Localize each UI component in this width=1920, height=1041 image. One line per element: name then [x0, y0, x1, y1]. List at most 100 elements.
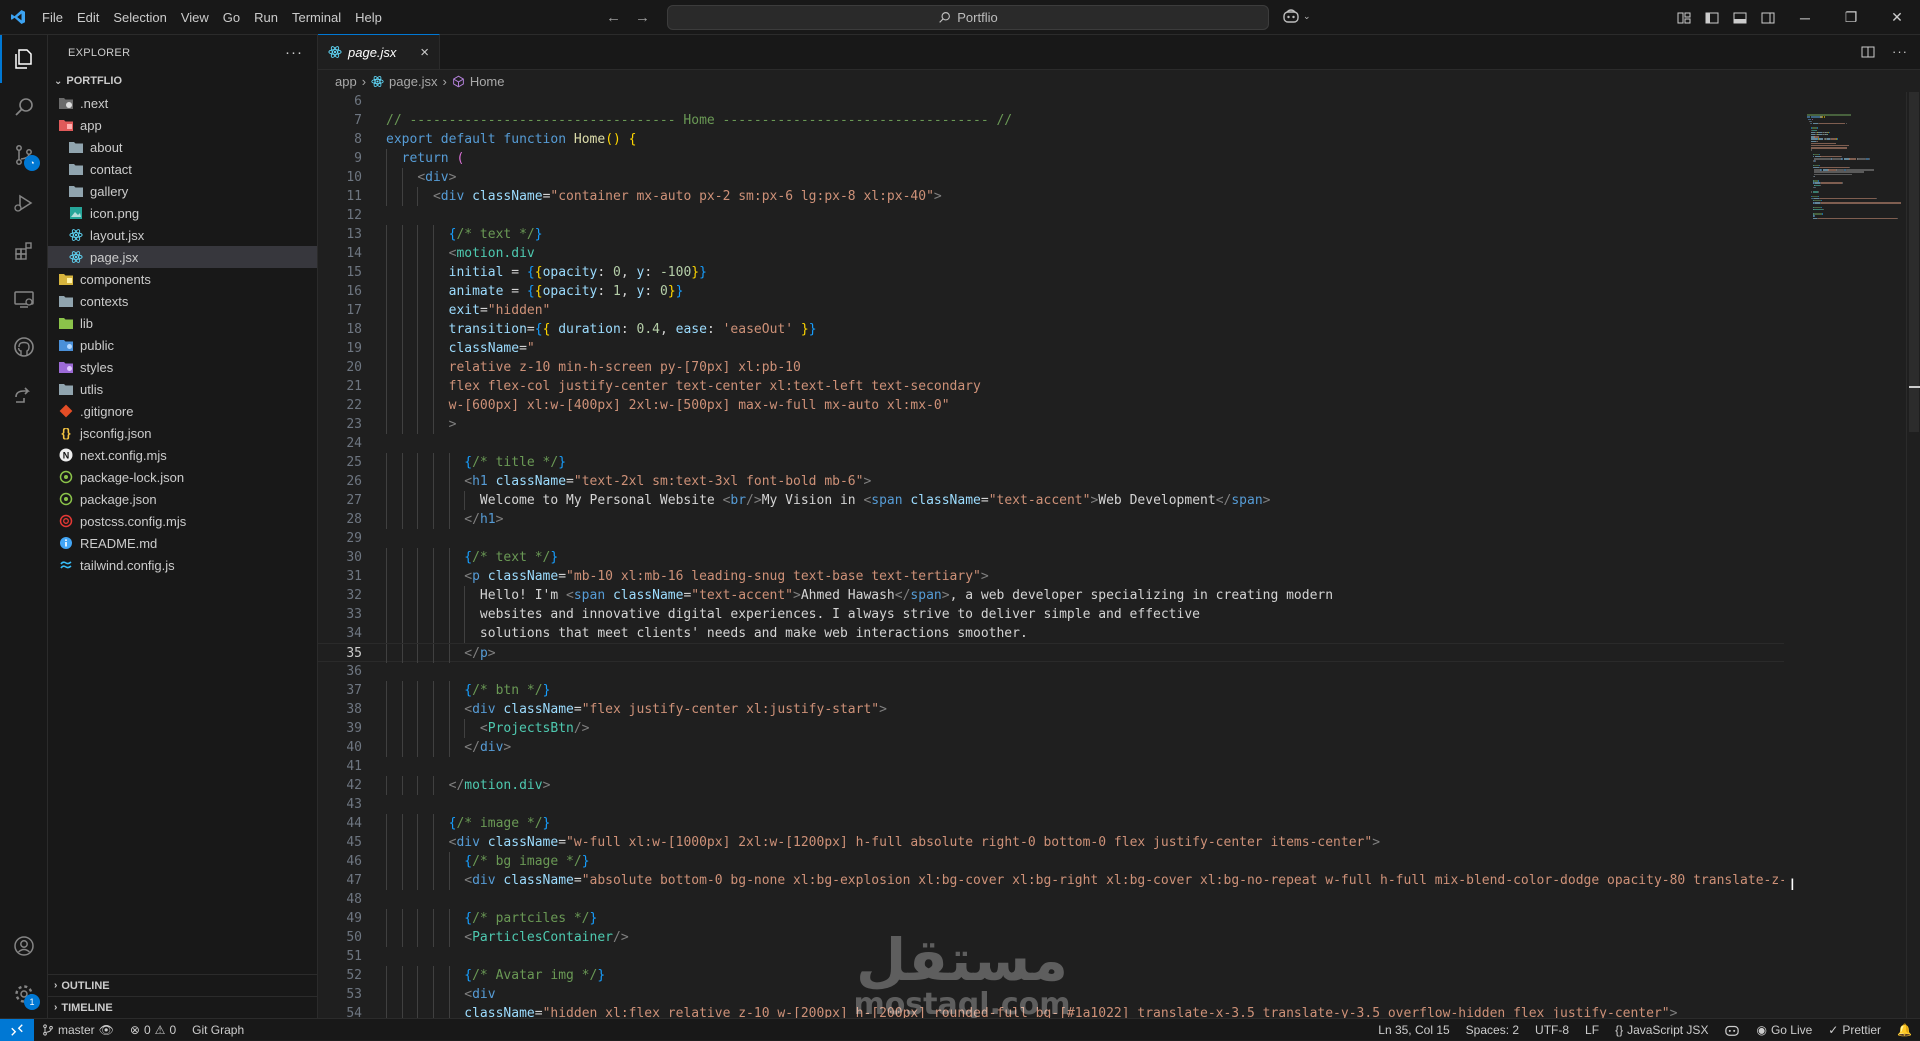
tree-item-public[interactable]: public: [48, 334, 317, 356]
code-line[interactable]: 18 transition={{ duration: 0.4, ease: 'e…: [318, 320, 1784, 339]
tree-item-next[interactable]: .next: [48, 92, 317, 114]
branch-status[interactable]: master 👁: [34, 1023, 122, 1037]
tree-item-package-lock-json[interactable]: package-lock.json: [48, 466, 317, 488]
code-line[interactable]: 16 animate = {{opacity: 1, y: 0}}: [318, 282, 1784, 301]
menu-file[interactable]: File: [35, 0, 70, 35]
breadcrumb-symbol[interactable]: Home: [470, 74, 505, 89]
customize-layout-icon[interactable]: [1676, 10, 1692, 26]
code-line[interactable]: 21 flex flex-col justify-center text-cen…: [318, 377, 1784, 396]
eol-status[interactable]: LF: [1577, 1023, 1607, 1037]
tree-item-about[interactable]: about: [48, 136, 317, 158]
code-line[interactable]: 34 solutions that meet clients' needs an…: [318, 624, 1784, 643]
code-line[interactable]: 29: [318, 529, 1784, 548]
vertical-scrollbar[interactable]: [1906, 92, 1920, 1018]
toggle-primary-sidebar-icon[interactable]: [1704, 10, 1720, 26]
code-line[interactable]: 41: [318, 757, 1784, 776]
close-window-icon[interactable]: ✕: [1874, 0, 1920, 35]
code-line[interactable]: 10 <div>: [318, 168, 1784, 187]
git-graph-button[interactable]: Git Graph: [184, 1023, 252, 1037]
code-line[interactable]: 9 return (: [318, 149, 1784, 168]
extensions-icon[interactable]: [0, 227, 48, 275]
code-line[interactable]: 19 className=": [318, 339, 1784, 358]
menu-run[interactable]: Run: [247, 0, 285, 35]
code-line[interactable]: 6: [318, 92, 1784, 111]
code-line[interactable]: 48: [318, 890, 1784, 909]
code-line[interactable]: 25 {/* title */}: [318, 453, 1784, 472]
forward-arrow-icon[interactable]: →: [635, 9, 650, 26]
code-line[interactable]: 54 className="hidden xl:flex relative z-…: [318, 1004, 1784, 1018]
minimize-icon[interactable]: ─: [1782, 0, 1828, 35]
tree-item-next-config-mjs[interactable]: Nnext.config.mjs: [48, 444, 317, 466]
menu-selection[interactable]: Selection: [106, 0, 173, 35]
workspace-root[interactable]: ⌄ PORTFLIO: [48, 70, 317, 92]
code-line[interactable]: 46 {/* bg image */}: [318, 852, 1784, 871]
remote-explorer-icon[interactable]: [0, 275, 48, 323]
accounts-icon[interactable]: [0, 922, 48, 970]
menu-view[interactable]: View: [174, 0, 216, 35]
code-line[interactable]: 47 <div className="absolute bottom-0 bg-…: [318, 871, 1784, 890]
command-center-search[interactable]: Portflio: [667, 5, 1269, 30]
code-line[interactable]: 11 <div className="container mx-auto px-…: [318, 187, 1784, 206]
menu-edit[interactable]: Edit: [70, 0, 106, 35]
code-line[interactable]: 37 {/* btn */}: [318, 681, 1784, 700]
code-line[interactable]: 33 websites and innovative digital exper…: [318, 605, 1784, 624]
encoding-status[interactable]: UTF-8: [1527, 1023, 1577, 1037]
tree-item-styles[interactable]: styles: [48, 356, 317, 378]
code-editor[interactable]: 6 7 // ---------------------------------- …: [318, 92, 1784, 1018]
tree-item-lib[interactable]: lib: [48, 312, 317, 334]
github-icon[interactable]: [0, 323, 48, 371]
tree-item-readme-md[interactable]: README.md: [48, 532, 317, 554]
tree-item-gallery[interactable]: gallery: [48, 180, 317, 202]
code-line[interactable]: 53 <div: [318, 985, 1784, 1004]
remote-indicator-icon[interactable]: [0, 1018, 34, 1041]
code-line[interactable]: 30 {/* text */}: [318, 548, 1784, 567]
code-line[interactable]: 44 {/* image */}: [318, 814, 1784, 833]
menu-terminal[interactable]: Terminal: [285, 0, 348, 35]
tree-item-utlis[interactable]: utlis: [48, 378, 317, 400]
restore-icon[interactable]: ❐: [1828, 0, 1874, 35]
indentation-status[interactable]: Spaces: 2: [1458, 1023, 1527, 1037]
cursor-position[interactable]: Ln 35, Col 15: [1370, 1023, 1457, 1037]
toggle-panel-icon[interactable]: [1732, 10, 1748, 26]
menu-go[interactable]: Go: [216, 0, 247, 35]
breadcrumb-file[interactable]: page.jsx: [389, 74, 437, 89]
code-line[interactable]: 31 <p className="mb-10 xl:mb-16 leading-…: [318, 567, 1784, 586]
timeline-section[interactable]: › TIMELINE: [48, 996, 318, 1018]
code-line[interactable]: 22 w-[600px] xl:w-[400px] 2xl:w-[500px] …: [318, 396, 1784, 415]
copilot-status-icon[interactable]: [1716, 1023, 1748, 1037]
back-arrow-icon[interactable]: ←: [606, 9, 621, 26]
scrollbar-thumb[interactable]: [1909, 92, 1919, 432]
tree-item-components[interactable]: components: [48, 268, 317, 290]
tree-item-contact[interactable]: contact: [48, 158, 317, 180]
source-control-icon[interactable]: ◔: [0, 131, 48, 179]
code-line[interactable]: 51: [318, 947, 1784, 966]
problems-status[interactable]: ⊗ 0 ⚠ 0: [122, 1023, 184, 1037]
prettier-status[interactable]: ✓ Prettier: [1820, 1023, 1889, 1037]
code-line[interactable]: 43: [318, 795, 1784, 814]
code-line[interactable]: 20 relative z-10 min-h-screen py-[70px] …: [318, 358, 1784, 377]
code-line[interactable]: 52 {/* Avatar img */}: [318, 966, 1784, 985]
more-actions-icon[interactable]: ···: [285, 44, 303, 61]
code-line[interactable]: 39 <ProjectsBtn/>: [318, 719, 1784, 738]
code-line[interactable]: 27 Welcome to My Personal Website <br/>M…: [318, 491, 1784, 510]
code-line[interactable]: 28 </h1>: [318, 510, 1784, 529]
tab-page-jsx[interactable]: page.jsx ×: [318, 34, 440, 69]
search-icon[interactable]: [0, 83, 48, 131]
code-line[interactable]: 23 >: [318, 415, 1784, 434]
code-line[interactable]: 40 </div>: [318, 738, 1784, 757]
tree-item-contexts[interactable]: contexts: [48, 290, 317, 312]
go-live-button[interactable]: ◉ Go Live: [1748, 1023, 1820, 1037]
code-line[interactable]: 32 Hello! I'm <span className="text-acce…: [318, 586, 1784, 605]
run-debug-icon[interactable]: [0, 179, 48, 227]
code-line[interactable]: 38 <div className="flex justify-center x…: [318, 700, 1784, 719]
split-editor-icon[interactable]: [1860, 44, 1876, 60]
code-line[interactable]: 17 exit="hidden": [318, 301, 1784, 320]
code-line[interactable]: 26 <h1 className="text-2xl sm:text-3xl f…: [318, 472, 1784, 491]
manage-gear-icon[interactable]: 1: [0, 970, 48, 1018]
explorer-icon[interactable]: [0, 35, 48, 83]
language-mode[interactable]: {} JavaScript JSX: [1607, 1023, 1716, 1037]
toggle-secondary-sidebar-icon[interactable]: [1760, 10, 1776, 26]
tree-item-postcss-config-mjs[interactable]: postcss.config.mjs: [48, 510, 317, 532]
tree-item-icon-png[interactable]: icon.png: [48, 202, 317, 224]
copilot-menu[interactable]: ⌄: [1282, 8, 1311, 24]
